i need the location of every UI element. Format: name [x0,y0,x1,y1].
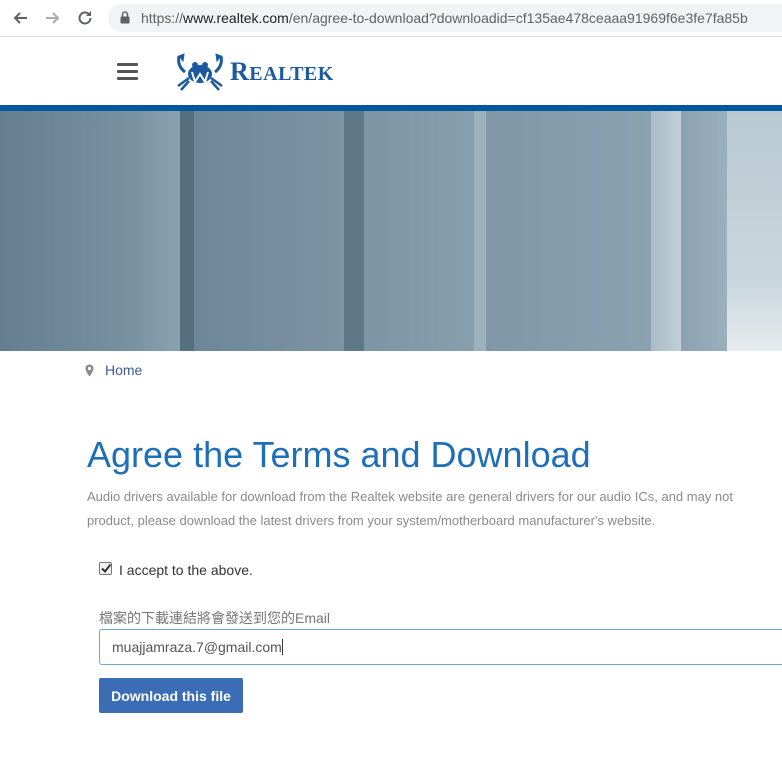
realtek-wordmark[interactable]: REALTEK [230,57,334,87]
reload-button[interactable] [73,6,97,30]
url-text: https://www.realtek.com/en/agree-to-down… [141,10,748,26]
email-field-label: 檔案的下載連結將會發送到您的Email [99,610,331,626]
page-description: Audio drivers available for download fro… [87,485,782,533]
back-button[interactable] [8,6,32,30]
email-input[interactable]: muajjamraza.7@gmail.com [99,629,782,665]
url-host: www.realtek.com [183,10,289,26]
url-scheme: https:// [141,10,184,26]
hero-panel [474,111,486,351]
hero-panel [344,111,364,351]
logo-letter: R [230,57,250,86]
forward-button[interactable] [41,6,65,30]
hero-banner [0,111,782,351]
hamburger-line [117,77,138,80]
hero-panel [130,111,180,351]
hamburger-line [117,63,138,66]
back-arrow-icon [13,12,27,24]
address-bar[interactable]: https://www.realtek.com/en/agree-to-down… [108,4,782,32]
description-line: product, please download the latest driv… [87,513,656,528]
hero-panel [180,111,194,351]
menu-button[interactable] [117,63,138,80]
hero-panel [681,111,727,351]
browser-toolbar: https://www.realtek.com/en/agree-to-down… [0,0,782,37]
download-file-button[interactable]: Download this file [99,678,243,713]
description-line: Audio drivers available for download fro… [87,489,734,504]
hero-panel [486,111,651,351]
hero-panel [651,111,681,351]
reload-icon [78,11,92,25]
realtek-crab-logo-icon [177,53,223,91]
location-pin-icon [85,364,94,377]
hero-panel [364,111,474,351]
breadcrumb-home-link[interactable]: Home [105,362,142,378]
accept-terms-checkbox[interactable] [99,562,112,575]
lock-icon [120,11,130,24]
hamburger-line [117,70,138,73]
accept-terms-label[interactable]: I accept to the above. [119,562,253,578]
text-caret [281,639,283,655]
page-title: Agree the Terms and Download [87,434,591,475]
hero-panel [194,111,344,351]
email-value: muajjamraza.7@gmail.com [112,639,282,655]
logo-letters: EALTEK [249,63,334,85]
forward-arrow-icon [46,12,60,24]
hero-window [727,111,782,351]
checkmark-icon [101,563,112,574]
hero-panel [0,111,130,351]
url-path: /en/agree-to-download?downloadid=cf135ae… [288,10,748,26]
